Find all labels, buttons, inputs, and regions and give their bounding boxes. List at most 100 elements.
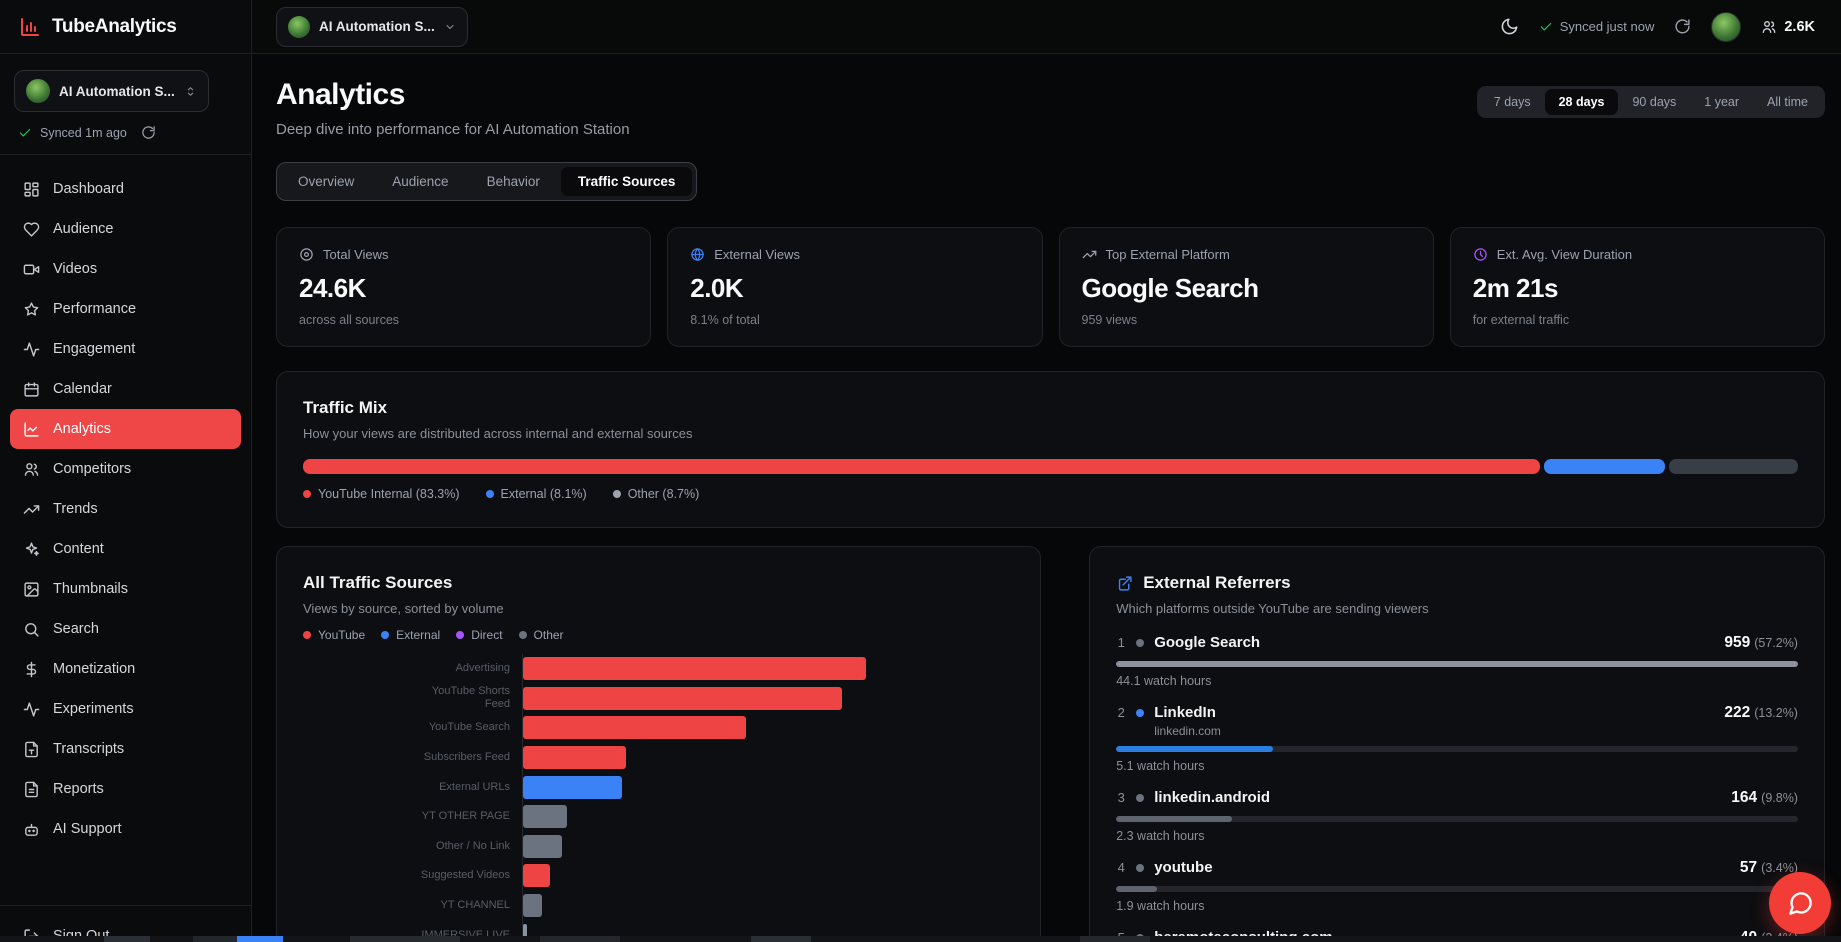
- traffic-sources-subtitle: Views by source, sorted by volume: [303, 601, 1014, 616]
- users-icon: [23, 461, 40, 478]
- sidebar-item-label: Content: [53, 541, 104, 557]
- file-type-icon: [23, 741, 40, 758]
- tab-audience[interactable]: Audience: [375, 167, 465, 196]
- channel-selector[interactable]: AI Automation S...: [14, 70, 209, 112]
- legend-label: Other: [534, 628, 564, 642]
- legend-label: Other (8.7%): [628, 487, 700, 501]
- legend-dot: [456, 631, 464, 639]
- user-avatar[interactable]: [1711, 12, 1741, 42]
- mix-segment-other: [1669, 459, 1798, 474]
- referrer-row-google-search[interactable]: 1 Google Search 959(57.2%) 44.1 watch ho…: [1116, 632, 1798, 688]
- activity-icon: [23, 341, 40, 358]
- theme-toggle-button[interactable]: [1500, 17, 1519, 36]
- bar-label: YouTube Search: [429, 721, 510, 734]
- range-90-days[interactable]: 90 days: [1618, 89, 1690, 115]
- legend-external: External (8.1%): [486, 487, 587, 501]
- bar[interactable]: [523, 805, 567, 828]
- bar[interactable]: [523, 716, 746, 739]
- tab-behavior[interactable]: Behavior: [470, 167, 557, 196]
- referrer-domain: linkedin.com: [1154, 724, 1221, 738]
- referrer-share: (57.2%): [1754, 636, 1798, 650]
- referrer-views: 959: [1724, 634, 1750, 651]
- tab-overview[interactable]: Overview: [281, 167, 371, 196]
- sidebar-item-label: Experiments: [53, 701, 134, 717]
- referrer-row-youtube[interactable]: 4 youtube 57(3.4%) 1.9 watch hours: [1116, 857, 1798, 913]
- sidebar-item-engagement[interactable]: Engagement: [10, 329, 241, 369]
- stat-value: Google Search: [1082, 273, 1411, 304]
- referrer-row-linkedin-android[interactable]: 3 linkedin.android 164(9.8%) 2.3 watch h…: [1116, 787, 1798, 843]
- refresh-button[interactable]: [1674, 18, 1691, 35]
- sidebar-nav: Dashboard Audience Videos Performance En…: [0, 155, 251, 905]
- sidebar-item-calendar[interactable]: Calendar: [10, 369, 241, 409]
- sidebar-item-label: Competitors: [53, 461, 131, 477]
- topbar-actions: Synced just now 2.6K: [1500, 12, 1815, 42]
- referrer-views: 222: [1724, 704, 1750, 721]
- sidebar-item-label: Analytics: [53, 421, 111, 437]
- legend-label: External (8.1%): [501, 487, 587, 501]
- check-icon: [1539, 20, 1553, 34]
- sidebar-item-dashboard[interactable]: Dashboard: [10, 169, 241, 209]
- users-icon: [1761, 19, 1777, 35]
- dollar-icon: [23, 661, 40, 678]
- sidebar-item-label: Videos: [53, 261, 97, 277]
- bar[interactable]: [523, 687, 842, 710]
- legend-label: External: [396, 628, 440, 642]
- legend-direct: Direct: [456, 628, 502, 642]
- referrer-progress-fill: [1116, 746, 1273, 752]
- sidebar-item-reports[interactable]: Reports: [10, 769, 241, 809]
- sidebar-item-audience[interactable]: Audience: [10, 209, 241, 249]
- referrer-name: youtube: [1154, 859, 1212, 876]
- range-7-days[interactable]: 7 days: [1480, 89, 1545, 115]
- bar[interactable]: [523, 864, 550, 887]
- sidebar-channel-section: AI Automation S... Synced 1m ago: [0, 54, 251, 155]
- heart-icon: [23, 221, 40, 238]
- all-traffic-sources-card: All Traffic Sources Views by source, sor…: [276, 546, 1041, 942]
- referrer-watch-hours: 2.3 watch hours: [1116, 829, 1798, 843]
- bar[interactable]: [523, 657, 866, 680]
- bar-label: Other / No Link: [436, 840, 510, 853]
- sidebar-item-search[interactable]: Search: [10, 609, 241, 649]
- channel-avatar: [288, 16, 310, 38]
- bar[interactable]: [523, 746, 626, 769]
- range-all-time[interactable]: All time: [1753, 89, 1822, 115]
- topbar-channel-selector[interactable]: AI Automation S...: [276, 7, 468, 47]
- chart-row: Advertising: [303, 654, 1014, 684]
- sidebar-item-ai-support[interactable]: AI Support: [10, 809, 241, 849]
- sidebar-item-thumbnails[interactable]: Thumbnails: [10, 569, 241, 609]
- topbar-sync-status: Synced just now: [1539, 19, 1655, 34]
- tab-traffic-sources[interactable]: Traffic Sources: [561, 167, 693, 196]
- bar[interactable]: [523, 776, 622, 799]
- referrer-watch-hours: 1.9 watch hours: [1116, 899, 1798, 913]
- chevrons-up-down-icon: [184, 85, 197, 98]
- sidebar-item-trends[interactable]: Trends: [10, 489, 241, 529]
- sparkles-icon: [23, 541, 40, 558]
- range-28-days[interactable]: 28 days: [1545, 89, 1619, 115]
- chat-button[interactable]: [1769, 872, 1831, 934]
- taskbar-segment: [540, 936, 620, 942]
- referrer-share: (9.8%): [1761, 791, 1798, 805]
- sidebar-item-content[interactable]: Content: [10, 529, 241, 569]
- sidebar-item-experiments[interactable]: Experiments: [10, 689, 241, 729]
- referrer-watch-hours: 44.1 watch hours: [1116, 674, 1798, 688]
- legend-dot: [303, 490, 311, 498]
- sidebar-item-analytics[interactable]: Analytics: [10, 409, 241, 449]
- range-1-year[interactable]: 1 year: [1690, 89, 1753, 115]
- sidebar-item-competitors[interactable]: Competitors: [10, 449, 241, 489]
- sidebar-item-monetization[interactable]: Monetization: [10, 649, 241, 689]
- sidebar-item-label: Calendar: [53, 381, 112, 397]
- referrer-rank: 2: [1116, 702, 1126, 720]
- sidebar-item-performance[interactable]: Performance: [10, 289, 241, 329]
- subscriber-count: 2.6K: [1761, 19, 1815, 35]
- referrer-progress-track: [1116, 816, 1798, 822]
- sidebar-item-transcripts[interactable]: Transcripts: [10, 729, 241, 769]
- bar[interactable]: [523, 835, 562, 858]
- referrer-row-linkedin[interactable]: 2 LinkedInlinkedin.com 222(13.2%) 5.1 wa…: [1116, 702, 1798, 773]
- bar[interactable]: [523, 894, 542, 917]
- referrer-name: LinkedIn: [1154, 704, 1216, 721]
- video-icon: [23, 261, 40, 278]
- channel-name: AI Automation S...: [319, 19, 435, 34]
- sidebar-item-videos[interactable]: Videos: [10, 249, 241, 289]
- legend-dot: [486, 490, 494, 498]
- refresh-icon[interactable]: [141, 125, 156, 140]
- app-title: TubeAnalytics: [52, 16, 177, 38]
